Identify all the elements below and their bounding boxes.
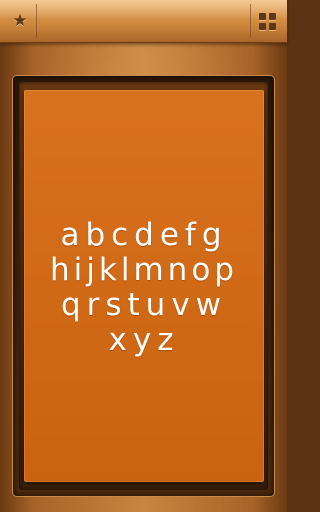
toolbar-gloss <box>0 0 287 18</box>
font-preview-card[interactable]: abcdefg hijklmnop qrstuvw xyz <box>24 90 264 482</box>
alphabet-line-4: xyz <box>108 322 180 358</box>
alphabet-line-3: qrstuvw <box>60 287 228 323</box>
alphabet-line-2: hijklmnop <box>50 252 238 288</box>
alphabet-line-1: abcdefg <box>60 217 228 253</box>
grid-icon <box>258 12 276 30</box>
favorite-button[interactable]: ★ <box>4 4 37 38</box>
alphabet-preview: abcdefg hijklmnop qrstuvw xyz <box>24 218 264 358</box>
top-toolbar: ★ <box>0 0 287 43</box>
star-icon: ★ <box>12 10 28 31</box>
menu-grid-button[interactable] <box>250 4 283 38</box>
